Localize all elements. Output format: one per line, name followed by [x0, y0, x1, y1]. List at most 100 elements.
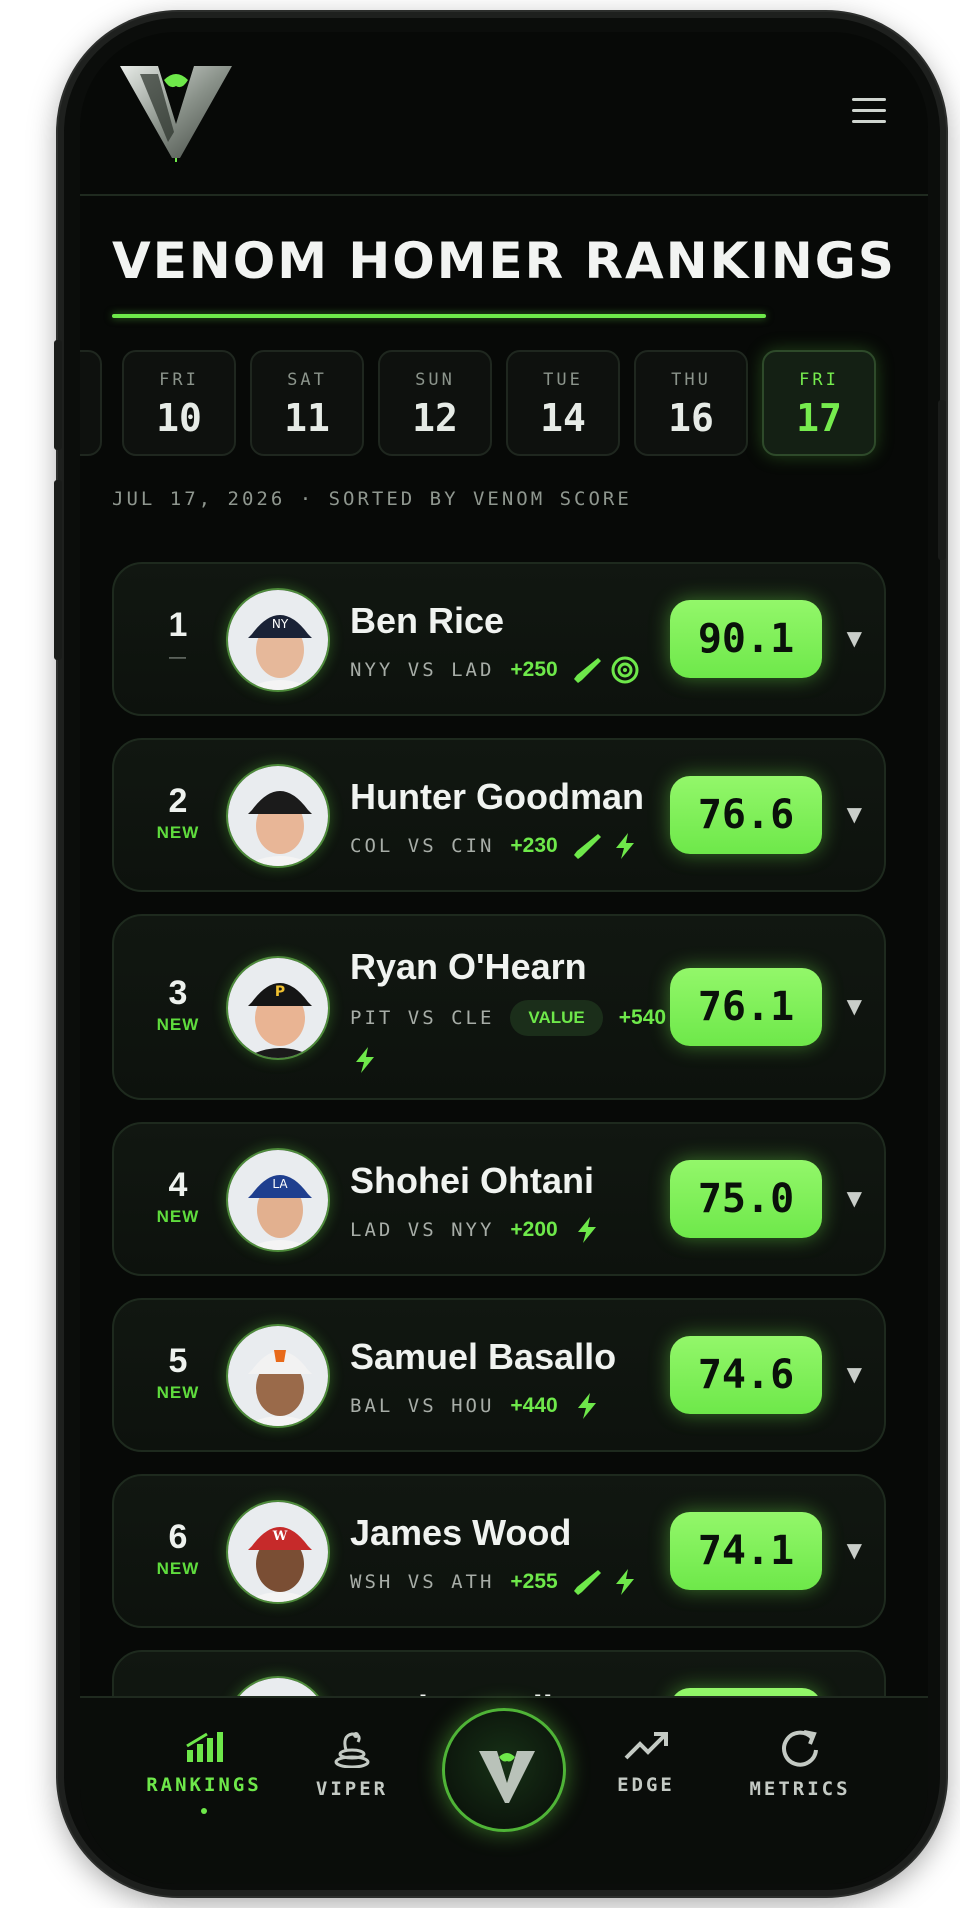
rank-change: NEW [156, 1207, 200, 1226]
center-venom-button[interactable] [442, 1708, 566, 1832]
rank-number: 5 [168, 1342, 188, 1380]
bat-icon [573, 658, 601, 683]
rank-cell: 4 NEW [150, 1166, 206, 1227]
date-chip-selected[interactable]: FRI 17 [762, 350, 876, 456]
date-day: 12 [412, 396, 458, 440]
matchup-text: COL VS CIN [350, 835, 495, 857]
player-name: Hunter Goodman [350, 776, 644, 817]
expand-chevron-icon[interactable]: ▼ [847, 626, 862, 650]
venom-score: 75.0 [670, 1160, 822, 1238]
expand-chevron-icon[interactable]: ▼ [847, 1362, 862, 1386]
player-name: Shohei Ohtani [350, 1160, 595, 1201]
ranking-row[interactable]: 4 NEW LA Shohei Ohtani LAD VS NYY +200 7… [112, 1122, 886, 1276]
expand-chevron-icon[interactable]: ▼ [847, 1538, 862, 1562]
menu-line [852, 120, 886, 123]
date-chip[interactable]: TUE 14 [506, 350, 620, 456]
rank-number: 1 [168, 606, 188, 644]
nav-label: RANKINGS [146, 1774, 262, 1796]
nav-label: VIPER [315, 1778, 389, 1800]
rank-number: 6 [168, 1518, 188, 1556]
nav-edge[interactable]: EDGE [576, 1728, 716, 1796]
svg-text:W: W [272, 1529, 288, 1544]
date-chip[interactable]: SUN 12 [378, 350, 492, 456]
menu-line [852, 109, 886, 112]
nav-label: METRICS [749, 1778, 851, 1800]
venom-score: 76.1 [670, 968, 822, 1046]
player-meta: COL VS CIN +230 [350, 828, 648, 864]
title-underline [112, 314, 766, 318]
snake-icon [334, 1732, 370, 1768]
date-day: 11 [284, 396, 330, 440]
odds-text: +230 [510, 834, 558, 857]
value-badge: VALUE [510, 1000, 603, 1036]
nav-viper[interactable]: VIPER [282, 1728, 422, 1800]
venom-logo-icon [479, 1751, 535, 1803]
player-meta: NYY VS LAD +250 [350, 652, 648, 688]
rank-change: NEW [156, 823, 200, 842]
player-avatar [226, 764, 330, 868]
bolt-icon [577, 1393, 596, 1419]
odds-text: +255 [510, 1570, 558, 1593]
player-name: Ben Rice [350, 600, 505, 641]
date-dow: THU [671, 370, 711, 390]
rank-cell: 6 NEW [150, 1518, 206, 1579]
bat-icon [573, 834, 601, 859]
matchup-text: NYY VS LAD [350, 659, 495, 681]
player-meta: BAL VS HOU +440 [350, 1388, 610, 1424]
venom-score: 90.1 [670, 600, 822, 678]
expand-chevron-icon[interactable]: ▼ [847, 802, 862, 826]
rank-cell: 1 — [150, 606, 206, 667]
player-avatar: NY [226, 588, 330, 692]
date-chip[interactable]: SAT 11 [250, 350, 364, 456]
rank-cell: 2 NEW [150, 782, 206, 843]
bolt-icon [615, 1569, 634, 1595]
nav-label: EDGE [617, 1774, 675, 1796]
player-avatar: P [226, 956, 330, 1060]
date-day: 17 [796, 396, 842, 440]
expand-chevron-icon[interactable]: ▼ [847, 994, 862, 1018]
player-name: James Wood [350, 1512, 572, 1553]
player-name: Samuel Basallo [350, 1336, 617, 1377]
svg-text:LA: LA [272, 1177, 288, 1191]
ranking-row[interactable]: 3 NEW P Ryan O'Hearn PIT VS CLE VALUE +5… [112, 914, 886, 1100]
nav-rankings[interactable]: RANKINGS [134, 1728, 274, 1814]
odds-text: +540 [618, 1006, 667, 1029]
player-avatar [226, 1324, 330, 1428]
rank-change: NEW [156, 1383, 200, 1402]
ranking-row[interactable]: 1 — NY Ben Rice NYY VS LAD +250 90.1 ▼ [112, 562, 886, 716]
bottom-nav: RANKINGS VIPER EDGE METRICS [80, 1696, 928, 1884]
svg-text:P: P [275, 984, 285, 1000]
venom-logo-icon [120, 66, 232, 162]
active-indicator-dot [201, 1808, 207, 1814]
odds-text: +250 [510, 658, 558, 681]
expand-chevron-icon[interactable]: ▼ [847, 1186, 862, 1210]
date-dow: SAT [287, 370, 327, 390]
ranking-row[interactable]: 5 NEW Samuel Basallo BAL VS HOU +440 74.… [112, 1298, 886, 1452]
ranking-row[interactable]: 6 NEW W James Wood WSH VS ATH +255 74.1 … [112, 1474, 886, 1628]
nav-metrics[interactable]: METRICS [730, 1728, 870, 1800]
date-chip[interactable]: THU 16 [634, 350, 748, 456]
bolt-icon [615, 833, 634, 859]
player-meta: PIT VS CLE VALUE +540 [350, 1000, 680, 1036]
odds-text: +440 [510, 1394, 558, 1417]
player-meta-icons [350, 1042, 388, 1078]
date-dow: FRI [799, 370, 839, 390]
player-meta: WSH VS ATH +255 [350, 1564, 648, 1600]
svg-text:NY: NY [272, 617, 289, 631]
rank-change: NEW [156, 1559, 200, 1578]
date-chip[interactable]: FRI 10 [122, 350, 236, 456]
venom-score: 74.1 [670, 1512, 822, 1590]
app-screen: VENOM HOMER RANKINGS FRI 10 SAT 11 SUN 1… [80, 32, 928, 1884]
hamburger-menu-button[interactable] [852, 98, 886, 124]
bolt-icon [577, 1217, 596, 1243]
side-button [54, 480, 62, 660]
date-chip-partial[interactable] [80, 350, 102, 456]
app-header [80, 32, 928, 196]
player-avatar: LA [226, 1148, 330, 1252]
date-dow: FRI [159, 370, 199, 390]
matchup-text: PIT VS CLE [350, 1007, 495, 1029]
rank-number: 4 [168, 1166, 188, 1204]
rank-cell: 5 NEW [150, 1342, 206, 1403]
matchup-text: BAL VS HOU [350, 1395, 495, 1417]
ranking-row[interactable]: 2 NEW Hunter Goodman COL VS CIN +230 76.… [112, 738, 886, 892]
